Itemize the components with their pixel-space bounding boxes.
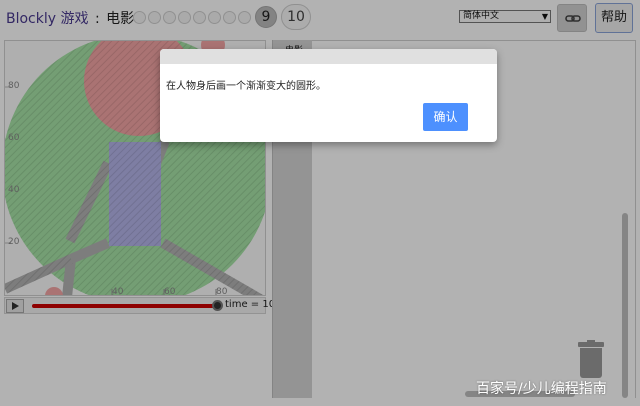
- instruction-dialog: 在人物身后画一个渐渐变大的圆形。 确认: [160, 49, 497, 142]
- dialog-message: 在人物身后画一个渐渐变大的圆形。: [166, 81, 326, 92]
- ok-button[interactable]: 确认: [423, 103, 468, 131]
- watermark-text: 百家号/少儿编程指南: [476, 381, 607, 397]
- dialog-header: [160, 49, 497, 64]
- app-page: Blockly 游戏 : 电影 9 10 简体中文 ▼ 帮助 80 60 40 …: [0, 0, 640, 406]
